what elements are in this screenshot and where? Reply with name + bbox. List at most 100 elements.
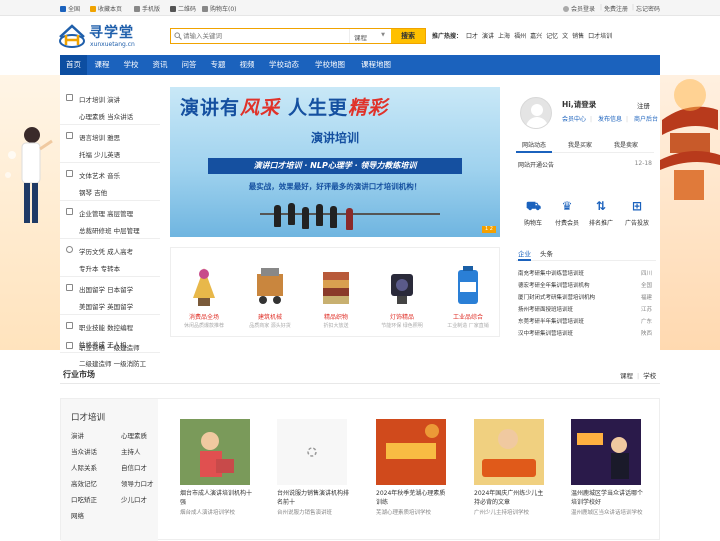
market-keyword[interactable]: 心理素质 (121, 430, 147, 440)
mobile-link[interactable]: 手机版 (134, 4, 160, 13)
hot-search-item[interactable]: 记忆 (546, 33, 558, 40)
promo-card[interactable]: 灯饰精品 节能环保 绿色照明 (369, 248, 435, 338)
category-item[interactable]: 职业资格 一级建造师 二级建造师 一级消防工 (60, 337, 160, 370)
news-row[interactable]: 扬州考研面授班培训班 江苏 (518, 305, 652, 317)
tab-buyer[interactable]: 我是买家 (562, 140, 598, 153)
promo-card[interactable]: 消费品全场 休闲品质爆款推荐 (171, 248, 237, 338)
register-link[interactable]: 免费注册 (604, 4, 628, 13)
news-row[interactable]: 南充考研集中训练营培训班 四川 (518, 269, 652, 281)
quick-rank[interactable]: ⇅ 排名推广 (586, 199, 616, 227)
hot-search-item[interactable]: 上海 (498, 33, 510, 40)
hot-search-item[interactable]: 嘉兴 (530, 33, 542, 40)
search-input[interactable] (183, 30, 343, 42)
market-schools-link[interactable]: 学校 (643, 372, 656, 380)
news-row[interactable]: 汉中考研集训营培训班 陕西 (518, 329, 652, 341)
hot-search-item[interactable]: 福州 (514, 33, 526, 40)
tab-seller[interactable]: 我是卖家 (608, 140, 644, 153)
hot-search-item[interactable]: 文 (562, 33, 568, 40)
cart-link[interactable]: 购物车(0) (202, 4, 237, 13)
nav-videos[interactable]: 视频 (234, 55, 260, 75)
hot-search-item[interactable]: 演讲 (482, 33, 494, 40)
nav-course-map[interactable]: 课程地图 (356, 55, 396, 75)
quick-vip[interactable]: ♛ 付费会员 (552, 199, 582, 227)
nav-topics[interactable]: 专题 (205, 55, 231, 75)
logo-name: 寻学堂 (89, 25, 134, 41)
category-item[interactable]: 出国留学 日本留学 美国留学 英国留学 (60, 277, 160, 315)
market-keyword[interactable]: 人际关系 (71, 462, 97, 472)
search-bar: 课程▼ 搜索 (170, 28, 426, 44)
hot-search-item[interactable]: 销售 (572, 33, 584, 40)
nav-home[interactable]: 首页 (60, 55, 87, 75)
hot-search-item[interactable]: 口才培训 (588, 33, 612, 40)
market-card[interactable]: 温州鹿城区学当众讲话哪个培训学校好 温州鹿城区当众讲话培训学校 (571, 419, 643, 539)
promo-card[interactable]: 精品织物 折扣大放送 (303, 248, 369, 338)
news-row[interactable]: 厦门封闭式考研集训营培训机构 福建 (518, 293, 652, 305)
market-keyword[interactable]: 当众讲话 (71, 446, 97, 456)
category-item[interactable]: 企业管理 高层管理 总裁研修班 中层管理 (60, 201, 160, 239)
tab-site-news[interactable]: 网站动态 (516, 140, 552, 153)
post-info-link[interactable]: 发布信息 (598, 116, 622, 123)
category-item[interactable]: 学历文凭 成人高考 专升本 专转本 (60, 239, 160, 277)
market-card[interactable]: 台州说服力销售演讲机构排名前十 台州说服力销售演讲班 (277, 419, 349, 539)
decorative-figure-illustration (5, 127, 53, 223)
notice-item[interactable]: 网站开通公告 12-18 (518, 160, 652, 169)
category-item[interactable]: 语言培训 雅思 托福 少儿英语 (60, 125, 160, 163)
location-link[interactable]: 全国 (60, 4, 80, 13)
nav-school-updates[interactable]: 学校动态 (264, 55, 304, 75)
market-card[interactable]: 烟台市成人演讲培训机构十强 烟台成人演讲培训学校 (180, 419, 252, 539)
hot-search-item[interactable]: 口才 (466, 33, 478, 40)
market-keyword[interactable]: 自信口才 (121, 462, 147, 472)
site-logo[interactable]: 寻学堂 xunxuetang.cn (58, 22, 158, 52)
market-keyword[interactable]: 演讲 (71, 430, 84, 440)
vip-icon: ♛ (561, 199, 573, 213)
market-keyword[interactable]: 网络 (71, 510, 84, 520)
hero-banner[interactable]: 演讲有风采 人生更精彩 演讲培训 演讲口才培训 · NLP心理学 · 领导力教练培… (170, 87, 500, 237)
market-keyword[interactable]: 领导力口才 (121, 478, 154, 488)
category-item[interactable]: 口才培训 演讲 心理素质 当众讲话 (60, 87, 160, 125)
market-sidebar-title[interactable]: 口才培训 (71, 411, 105, 423)
tab-headlines[interactable]: 头条 (540, 249, 553, 261)
banner-person (274, 205, 281, 227)
market-links: 课程 | 学校 (620, 372, 657, 380)
news-row[interactable]: 东莞考研半年集训营培训班 广东 (518, 317, 652, 329)
banner-tagline: 最实战，效果最好，好评最多的演讲口才培训机构！ (248, 182, 422, 191)
speech-icon (66, 94, 73, 101)
banner-pager[interactable]: 1 2 (482, 226, 496, 233)
promo-card[interactable]: 工业品综合 工业制造 厂家直销 (435, 248, 501, 338)
quick-ads[interactable]: ⊞ 广告投放 (622, 199, 652, 227)
nav-school-map[interactable]: 学校地图 (310, 55, 350, 75)
market-keyword[interactable]: 主持人 (121, 446, 141, 456)
market-card-image (376, 419, 446, 485)
cart-icon: ⛟ (526, 199, 542, 213)
bookmark-link[interactable]: 收藏本页 (90, 4, 122, 13)
market-keyword[interactable]: 口吃矫正 (71, 494, 97, 504)
search-scope-select[interactable]: 课程 ▼ (349, 29, 389, 43)
market-card[interactable]: 2024年秋季芜湖心理素质训练 芜湖心理素质培训学校 (376, 419, 446, 539)
nav-courses[interactable]: 课程 (89, 55, 115, 75)
qrcode-link[interactable]: 二维码 (170, 4, 196, 13)
search-button[interactable]: 搜索 (391, 29, 425, 43)
quick-cart[interactable]: ⛟ 购物车 (518, 199, 548, 227)
avatar[interactable] (520, 97, 552, 129)
promo-card[interactable]: 建筑机械 品质商家 源头好货 (237, 248, 303, 338)
member-center-link[interactable]: 会员中心 (562, 116, 586, 123)
forgot-password-link[interactable]: 忘记密码 (636, 4, 660, 13)
market-section: 口才培训 演讲 心理素质 当众讲话 主持人 人际关系 自信口才 高效记忆 领导力… (60, 398, 660, 541)
merchant-backend-link[interactable]: 商户后台 (634, 116, 658, 123)
right-decoration (660, 75, 720, 350)
login-link[interactable]: 会员登录 (563, 4, 595, 13)
market-courses-link[interactable]: 课程 (620, 372, 633, 380)
market-keyword[interactable]: 高效记忆 (71, 478, 97, 488)
tab-enterprise[interactable]: 企业 (518, 249, 531, 261)
promo-strip: 消费品全场 休闲品质爆款推荐 建筑机械 品质商家 源头好货 精品织物 折扣大放送… (170, 247, 500, 337)
category-item[interactable]: 文体艺术 音乐 钢琴 吉他 (60, 163, 160, 201)
nav-qa[interactable]: 问答 (176, 55, 202, 75)
market-keyword[interactable]: 少儿口才 (121, 494, 147, 504)
market-card[interactable]: 2024年国庆广州练少儿主持必背的文章 广州少儿主持培训学校 (474, 419, 544, 539)
promo-image (391, 274, 413, 304)
nav-news[interactable]: 资讯 (147, 55, 173, 75)
register-button[interactable]: 注册 (637, 100, 650, 110)
greeting[interactable]: Hi,请登录 (562, 99, 596, 110)
nav-schools[interactable]: 学校 (118, 55, 144, 75)
news-row[interactable]: 德宏考研全年集训营培训机构 全国 (518, 281, 652, 293)
